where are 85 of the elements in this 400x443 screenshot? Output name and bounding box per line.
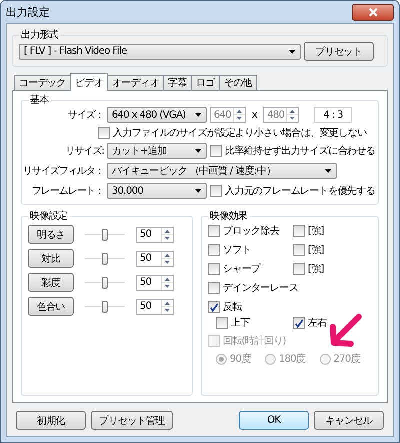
- filter-dropdown[interactable]: バイキュービック （中画質 / 速度:中）: [107, 163, 337, 179]
- close-icon: [368, 8, 378, 16]
- tab[interactable]: オーディオ: [107, 75, 164, 91]
- adjust-button[interactable]: 彩度: [28, 273, 74, 292]
- spin-arrows-icon[interactable]: [161, 228, 173, 242]
- resize-dropdown[interactable]: カット+追加: [107, 143, 207, 159]
- dropdown-arrow-icon: [195, 113, 202, 117]
- footer-button[interactable]: プリセット管理: [91, 411, 173, 430]
- radio-label: 180度: [278, 352, 306, 366]
- slider[interactable]: [85, 252, 125, 266]
- value-field[interactable]: 50: [136, 250, 174, 266]
- footer-button[interactable]: 初期化: [16, 411, 86, 430]
- checkbox-label: 比率維持せず出力サイズに合わせる: [225, 144, 376, 158]
- dropdown-arrow-icon: [289, 50, 296, 54]
- field-label: リサイズ:: [64, 145, 104, 158]
- checkbox-label: ソフト: [223, 244, 252, 257]
- checkbox[interactable]: [293, 244, 305, 256]
- separator: x: [252, 110, 258, 120]
- slider-thumb[interactable]: [102, 300, 108, 312]
- checkbox[interactable]: [98, 127, 110, 139]
- preset-button[interactable]: プリセット: [304, 42, 374, 61]
- checkbox[interactable]: [210, 185, 222, 197]
- checkbox[interactable]: [216, 317, 228, 329]
- aspect-ratio: 4 : 3: [314, 107, 352, 123]
- checkbox-label: 入力元のフレームレートを優先する: [225, 184, 376, 198]
- dropdown-arrow-icon: [195, 149, 202, 153]
- adjust-button[interactable]: 対比: [28, 249, 74, 268]
- spin-arrows-icon[interactable]: [161, 300, 173, 314]
- value-field[interactable]: 50: [136, 274, 174, 290]
- checkbox-label: ブロック除去: [223, 224, 280, 238]
- checkbox-label: 上下: [231, 316, 250, 330]
- arrow-drawing: [329, 313, 363, 349]
- spin-arrows-icon[interactable]: [161, 252, 173, 266]
- slider[interactable]: [85, 276, 125, 290]
- field-label: サイズ：: [67, 109, 104, 122]
- tab[interactable]: コーデック: [14, 75, 72, 91]
- dropdown-arrow-icon: [325, 169, 332, 173]
- group-title: 映像効果: [209, 210, 249, 223]
- checkbox-label: [強]: [308, 244, 324, 257]
- checkbox-label: [強]: [308, 263, 324, 276]
- footer-button[interactable]: キャンセル: [314, 411, 384, 430]
- footer-button[interactable]: OK: [239, 411, 309, 430]
- tab[interactable]: ロゴ: [191, 75, 220, 91]
- radio-label: 270度: [334, 352, 360, 366]
- checkbox-label: 反転: [223, 301, 242, 314]
- size-dropdown[interactable]: 640 x 480 (VGA): [107, 107, 207, 123]
- adjust-button[interactable]: 色合い: [28, 297, 74, 316]
- checkbox[interactable]: [208, 225, 220, 237]
- checkbox-label: シャープ: [223, 262, 261, 276]
- spin-arrows-icon[interactable]: [161, 276, 173, 290]
- checkbox[interactable]: [208, 244, 220, 256]
- tab[interactable]: その他: [218, 75, 258, 91]
- group-title: 基本: [29, 94, 50, 107]
- value-field[interactable]: 50: [136, 226, 174, 242]
- checkbox-label: [強]: [308, 225, 324, 238]
- format-dropdown[interactable]: [ FLV ] - Flash Video File: [19, 44, 301, 60]
- checkbox-label: 回転(時計回り): [223, 334, 286, 348]
- field-label: フレームレート：: [31, 185, 104, 198]
- framerate-dropdown[interactable]: 30.000: [107, 183, 207, 199]
- slider-thumb[interactable]: [102, 228, 108, 240]
- checkbox[interactable]: [208, 282, 220, 294]
- field-label: リサイズフィルタ：: [22, 165, 104, 178]
- radio-label: 90度: [230, 352, 251, 366]
- tab[interactable]: 字幕: [163, 75, 192, 91]
- checkbox[interactable]: [293, 317, 305, 329]
- checkbox-label: 左右: [308, 317, 327, 330]
- tab[interactable]: ビデオ: [70, 73, 108, 91]
- slider-thumb[interactable]: [102, 276, 108, 288]
- checkbox[interactable]: [208, 301, 220, 313]
- group-title: 映像設定: [29, 210, 69, 223]
- checkbox[interactable]: [208, 263, 220, 275]
- close-button[interactable]: [352, 4, 394, 20]
- checkbox[interactable]: [293, 225, 305, 237]
- checkbox-label: デインターレース: [223, 282, 298, 295]
- slider-thumb[interactable]: [102, 252, 108, 264]
- group-title: 出力形式: [20, 28, 60, 42]
- window-title: 出力設定: [6, 4, 50, 20]
- slider[interactable]: [85, 300, 125, 314]
- value-field[interactable]: 50: [136, 298, 174, 314]
- slider[interactable]: [85, 228, 125, 242]
- checkbox[interactable]: [210, 145, 222, 157]
- checkbox[interactable]: [293, 263, 305, 275]
- checkbox-label: 入力ファイルのサイズが設定より小さい場合は、変更しない: [113, 126, 367, 140]
- dropdown-arrow-icon: [195, 189, 202, 193]
- adjust-button[interactable]: 明るさ: [28, 225, 74, 244]
